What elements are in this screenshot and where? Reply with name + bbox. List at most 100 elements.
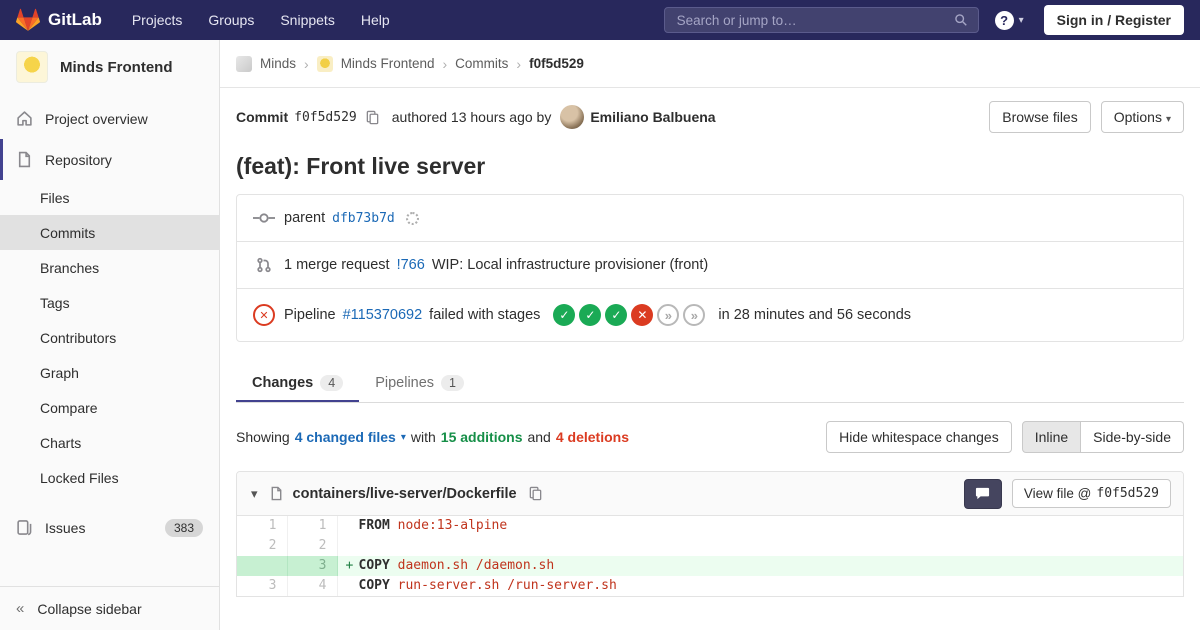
authored-text: authored 13 hours ago by xyxy=(391,109,552,125)
pipeline-status-text: failed with stages xyxy=(429,307,541,323)
sidebar-item-branches[interactable]: Branches xyxy=(0,250,219,285)
pipeline-link[interactable]: #115370692 xyxy=(343,307,423,323)
sidebar-item-graph[interactable]: Graph xyxy=(0,355,219,390)
home-icon xyxy=(17,111,32,126)
repository-icon xyxy=(18,151,31,168)
new-line-number[interactable]: 4 xyxy=(287,576,338,596)
hide-whitespace-button[interactable]: Hide whitespace changes xyxy=(826,421,1012,453)
parent-row: parent dfb73b7d xyxy=(237,195,1183,242)
copy-icon xyxy=(529,486,541,501)
inline-view-button[interactable]: Inline xyxy=(1021,421,1082,453)
breadcrumb-commits[interactable]: Commits xyxy=(455,56,508,71)
stage-skipped-icon[interactable]: » xyxy=(683,304,706,326)
diff-row: 22 xyxy=(237,536,1183,556)
new-line-number[interactable]: 2 xyxy=(287,536,338,556)
new-line-number[interactable]: 1 xyxy=(287,516,338,536)
search-input[interactable] xyxy=(674,11,954,29)
chevron-down-icon: ▾ xyxy=(400,431,406,443)
options-dropdown-button[interactable]: Options ▾ xyxy=(1100,101,1184,133)
sidebar-item-label: Issues xyxy=(45,519,86,536)
diff-row: 1 1 FROM node:13-alpine xyxy=(237,516,1183,536)
sidebar-item-contributors[interactable]: Contributors xyxy=(0,320,219,355)
old-line-number[interactable] xyxy=(237,556,288,576)
menu-help[interactable]: Help xyxy=(361,12,390,28)
old-line-number[interactable]: 3 xyxy=(237,576,288,596)
menu-groups[interactable]: Groups xyxy=(208,12,254,28)
file-icon xyxy=(271,486,281,501)
sidebar-item-project-overview[interactable]: Project overview xyxy=(0,98,219,139)
sidebar-item-locked-files[interactable]: Locked Files xyxy=(0,460,219,495)
copy-icon xyxy=(366,110,379,124)
breadcrumb-minds-frontend[interactable]: Minds Frontend xyxy=(341,56,435,71)
side-by-side-view-button[interactable]: Side-by-side xyxy=(1081,421,1184,453)
sidebar-item-repository[interactable]: Repository xyxy=(0,139,219,180)
author-avatar[interactable] xyxy=(560,105,585,129)
top-navbar: GitLab Projects Groups Snippets Help ? ▾… xyxy=(0,0,1200,40)
main-menu: Projects Groups Snippets Help xyxy=(132,12,390,28)
browse-files-button[interactable]: Browse files xyxy=(989,101,1091,133)
merge-request-link[interactable]: !766 xyxy=(397,257,425,273)
diff-file-actions: View file @ f0f5d529 xyxy=(963,478,1171,509)
loading-spinner-icon xyxy=(405,211,419,225)
sidebar-item-charts[interactable]: Charts xyxy=(0,425,219,460)
diff-file-path: containers/live-server/Dockerfile xyxy=(292,485,517,502)
stage-passed-icon[interactable]: ✓ xyxy=(605,304,628,326)
stage-passed-icon[interactable]: ✓ xyxy=(553,304,576,326)
diff-code-line xyxy=(337,536,1183,556)
changed-files-dropdown[interactable]: 4 changed files ▾ xyxy=(295,429,406,445)
parent-label: parent xyxy=(284,210,326,226)
options-label: Options xyxy=(1113,109,1162,125)
view-file-button[interactable]: View file @ f0f5d529 xyxy=(1011,479,1171,508)
search-icon[interactable] xyxy=(954,13,968,27)
with-text: with xyxy=(410,429,436,445)
commit-actions: Browse files Options ▾ xyxy=(989,101,1184,133)
diff-code-line: COPY run-server.sh /run-server.sh xyxy=(358,578,617,593)
menu-projects[interactable]: Projects xyxy=(132,12,183,28)
sidebar-item-compare[interactable]: Compare xyxy=(0,390,219,425)
old-line-number[interactable]: 2 xyxy=(237,536,288,556)
commit-icon xyxy=(253,213,275,223)
commit-sha: f0f5d529 xyxy=(294,109,357,125)
help-dropdown[interactable]: ? ▾ xyxy=(994,10,1024,30)
chevron-right-icon: › xyxy=(304,55,309,72)
copy-sha-button[interactable] xyxy=(363,110,382,125)
copy-file-path-button[interactable] xyxy=(526,486,545,501)
view-file-sha: f0f5d529 xyxy=(1096,486,1159,501)
gitlab-home-link[interactable]: GitLab xyxy=(16,8,102,32)
merge-request-row: 1 merge request !766 WIP: Local infrastr… xyxy=(237,242,1183,289)
stage-passed-icon[interactable]: ✓ xyxy=(579,304,602,326)
old-line-number[interactable]: 1 xyxy=(237,516,288,536)
tab-pipelines[interactable]: Pipelines 1 xyxy=(359,364,480,402)
project-name: Minds Frontend xyxy=(60,58,173,76)
collapse-diff-icon[interactable]: ▾ xyxy=(249,486,260,502)
sidebar-item-files[interactable]: Files xyxy=(0,180,219,215)
sidebar-item-label: Repository xyxy=(45,151,112,168)
author-name-link[interactable]: Emiliano Balbuena xyxy=(590,109,715,125)
new-line-number[interactable]: 3 xyxy=(287,556,338,576)
stage-failed-icon[interactable]: ✕ xyxy=(631,304,654,326)
commit-meta-row: Commit f0f5d529 authored 13 hours ago by… xyxy=(236,101,1184,133)
pipeline-duration-text: in 28 minutes and 56 seconds xyxy=(718,307,912,323)
project-sidebar: Minds Frontend Project overview Reposito… xyxy=(0,40,220,630)
project-header-link[interactable]: Minds Frontend xyxy=(0,40,219,94)
tabs-bar: Changes 4 Pipelines 1 xyxy=(236,364,1184,403)
diff-row: 3 4 COPY run-server.sh /run-server.sh xyxy=(237,576,1183,596)
sidebar-item-issues[interactable]: Issues 383 xyxy=(0,507,219,548)
breadcrumb-minds[interactable]: Minds xyxy=(260,56,296,71)
toggle-comments-button[interactable] xyxy=(963,478,1002,509)
sidebar-item-tags[interactable]: Tags xyxy=(0,285,219,320)
stage-skipped-icon[interactable]: » xyxy=(657,304,680,326)
diff-row: 3 + COPY daemon.sh /daemon.sh xyxy=(237,556,1183,576)
sidebar-item-label: Project overview xyxy=(45,110,148,127)
menu-snippets[interactable]: Snippets xyxy=(280,12,334,28)
sign-in-button[interactable]: Sign in / Register xyxy=(1043,5,1184,35)
pipeline-prefix: Pipeline xyxy=(284,307,336,323)
diff-table: 1 1 FROM node:13-alpine 2 2 3 + COPY daemon.sh … xyxy=(237,516,1183,596)
collapse-sidebar-button[interactable]: « Collapse sidebar xyxy=(0,586,219,630)
tab-changes[interactable]: Changes 4 xyxy=(236,364,359,402)
pipeline-row: ✕ Pipeline #115370692 failed with stages… xyxy=(237,289,1183,341)
sidebar-item-commits[interactable]: Commits xyxy=(0,215,219,250)
and-text: and xyxy=(527,429,551,445)
diff-table-body: 1 1 FROM node:13-alpine 2 2 3 + COPY daemon.sh … xyxy=(237,516,1183,596)
parent-sha-link[interactable]: dfb73b7d xyxy=(332,211,395,226)
